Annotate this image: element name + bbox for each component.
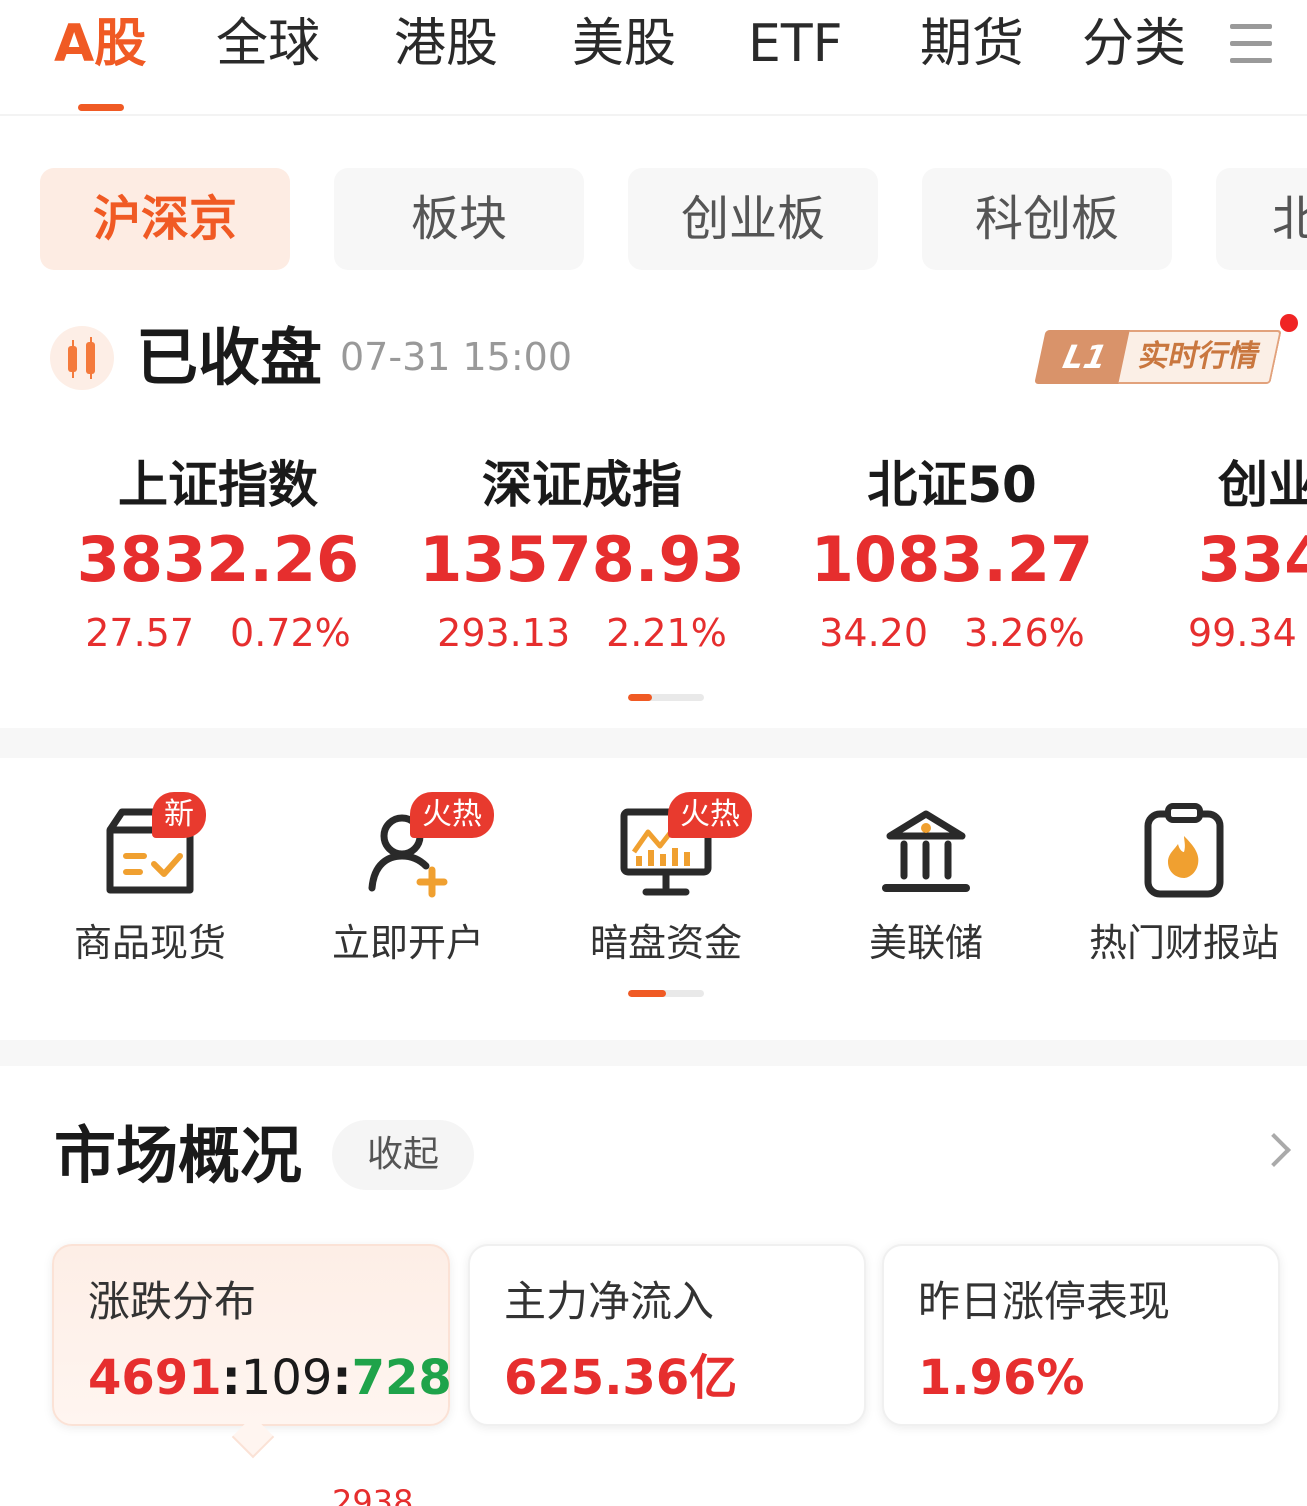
shortcut-open-account[interactable]: 火热 立即开户 [298, 790, 518, 970]
collapse-button[interactable]: 收起 [332, 1120, 474, 1190]
index-change: 99.34 [1188, 611, 1297, 655]
market-overview-title: 市场概况 [54, 1119, 303, 1192]
tab-us-stocks[interactable]: 美股 [572, 12, 676, 76]
card-limit-up-performance[interactable]: 昨日涨停表现 1.96% [882, 1244, 1280, 1426]
down-count: 728 [351, 1350, 452, 1406]
section-divider [0, 1040, 1307, 1066]
shortcut-label: 美联储 [868, 921, 983, 965]
index-card-shanghai[interactable]: 上证指数 3832.26 27.57 0.72% [38, 450, 398, 660]
shortcut-label: 商品现货 [73, 921, 226, 965]
subtab-chinext[interactable]: 创业板 [628, 168, 878, 270]
index-card-shenzhen[interactable]: 深证成指 13578.93 293.13 2.21% [402, 450, 762, 660]
shortcut-dark-pool-funds[interactable]: 火热 暗盘资金 [556, 790, 776, 970]
tab-categories[interactable]: 分类 [1082, 12, 1186, 76]
shortcut-earnings-hub[interactable]: 热门财报站 [1074, 790, 1294, 970]
card-title: 主力净流入 [504, 1277, 715, 1326]
index-change: 34.20 [819, 611, 929, 655]
market-status: 已收盘 [136, 321, 323, 394]
card-main-net-inflow[interactable]: 主力净流入 625.36亿 [468, 1244, 866, 1426]
index-change: 27.57 [85, 611, 195, 655]
shortcut-page-indicator [628, 990, 704, 997]
bank-building-icon [882, 810, 970, 892]
shortcut-federal-reserve[interactable]: 美联储 [816, 790, 1036, 970]
index-value: 3832.26 [76, 523, 360, 596]
status-timestamp: 07-31 15:00 [340, 335, 573, 379]
flat-count: 109 [240, 1350, 333, 1406]
hot-tag: 火热 [668, 792, 752, 838]
active-tab-indicator [78, 104, 124, 111]
subtab-hu-shen-jing[interactable]: 沪深京 [40, 168, 290, 270]
tab-hk-stocks[interactable]: 港股 [394, 12, 498, 76]
earnings-clipboard-icon [1144, 803, 1224, 898]
index-name: 创业 [1218, 456, 1307, 514]
subtab-beijing[interactable]: 北 [1216, 168, 1307, 270]
badge-label: 实时行情 [1118, 330, 1282, 384]
index-name: 深证成指 [482, 456, 682, 514]
index-value: 334 [1198, 523, 1307, 596]
menu-icon[interactable] [1230, 24, 1272, 64]
index-change-pct: 2.21% [606, 611, 727, 655]
tab-futures[interactable]: 期货 [920, 12, 1024, 76]
subtab-sectors[interactable]: 板块 [334, 168, 584, 270]
tab-global[interactable]: 全球 [216, 12, 320, 76]
index-name: 北证50 [867, 456, 1037, 514]
advance-decline-value: 4691:109:728 [88, 1350, 452, 1406]
l1-realtime-badge[interactable]: L1 实时行情 [1034, 330, 1282, 384]
shortcut-label: 暗盘资金 [589, 921, 742, 965]
shortcut-label: 热门财报站 [1088, 921, 1279, 965]
divider [0, 114, 1307, 116]
index-value: 13578.93 [419, 523, 745, 596]
candlestick-icon [50, 326, 114, 390]
hot-tag: 火热 [410, 792, 494, 838]
distribution-count: 2938 [332, 1483, 414, 1506]
shortcut-label: 立即开户 [331, 921, 484, 965]
subtab-star-market[interactable]: 科创板 [922, 168, 1172, 270]
section-divider [0, 728, 1307, 758]
notification-dot [1280, 314, 1298, 332]
card-advance-decline[interactable]: 涨跌分布 4691:109:728 [52, 1244, 452, 1426]
tab-etf[interactable]: ETF [748, 12, 843, 76]
index-change-pct: 0.72% [230, 611, 351, 655]
new-tag: 新 [152, 792, 206, 838]
shortcut-commodity-spot[interactable]: 新 商品现货 [40, 790, 260, 970]
chevron-right-icon[interactable] [1257, 1133, 1291, 1167]
index-change: 293.13 [437, 611, 571, 655]
index-card-bse50[interactable]: 北证50 1083.27 34.20 3.26% [772, 450, 1132, 660]
up-count: 4691 [88, 1350, 222, 1406]
index-card-chinext[interactable]: 创业 334 99.34 [1188, 450, 1307, 660]
card-title: 涨跌分布 [88, 1277, 257, 1326]
index-change-pct: 3.26% [964, 611, 1085, 655]
tab-a-shares[interactable]: A股 [54, 12, 146, 76]
limit-up-value: 1.96% [918, 1350, 1085, 1406]
net-inflow-value: 625.36亿 [504, 1350, 738, 1406]
index-name: 上证指数 [118, 456, 318, 514]
index-value: 1083.27 [810, 523, 1094, 596]
card-title: 昨日涨停表现 [918, 1277, 1171, 1326]
index-page-indicator [628, 694, 704, 701]
market-tab-bar: A股 全球 港股 美股 ETF 期货 分类 [0, 0, 1307, 112]
